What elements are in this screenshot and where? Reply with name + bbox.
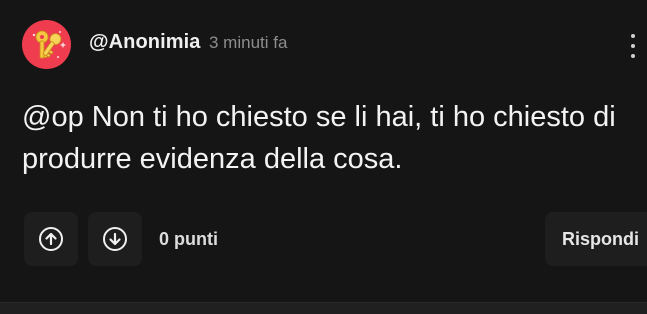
- avatar[interactable]: [22, 20, 71, 69]
- more-vertical-icon[interactable]: [627, 34, 639, 58]
- reply-button[interactable]: Rispondi: [545, 212, 647, 266]
- points-count: 0 punti: [159, 229, 218, 249]
- arrow-up-circle-icon: [39, 227, 63, 251]
- downvote-button[interactable]: [88, 212, 142, 266]
- comment-card: @Anonimia 3 minuti fa @op Non ti ho chie…: [0, 0, 647, 302]
- keys-icon: [32, 30, 66, 59]
- reply-button-label: Rispondi: [562, 228, 639, 249]
- username[interactable]: @Anonimia: [89, 31, 201, 54]
- next-card-edge: [0, 302, 647, 314]
- arrow-down-circle-icon: [103, 227, 127, 251]
- timestamp: 3 minuti fa: [209, 33, 288, 52]
- comment-text: @op Non ti ho chiesto se li hai, ti ho c…: [22, 101, 616, 175]
- upvote-button[interactable]: [24, 212, 78, 266]
